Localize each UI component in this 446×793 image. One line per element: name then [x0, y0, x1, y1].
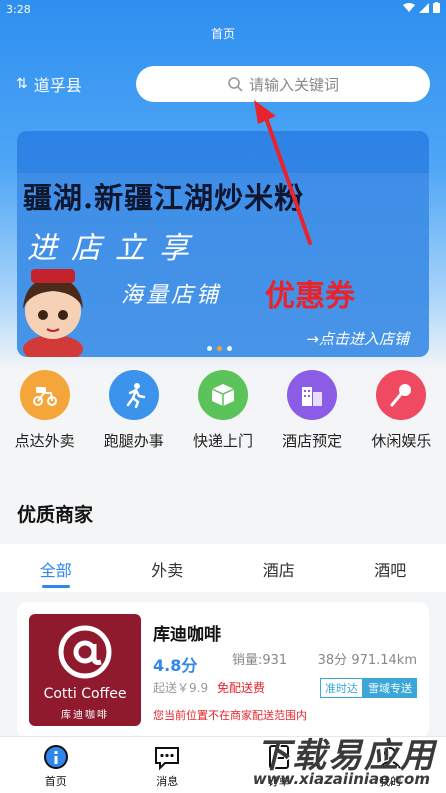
- service-food-delivery[interactable]: 点达外卖: [4, 370, 86, 470]
- merchant-min-order: 起送￥9.9: [153, 681, 209, 695]
- service-grid: 点达外卖 跑腿办事 快递上门 酒店预定 休闲娱乐: [0, 370, 446, 470]
- search-bar[interactable]: 请输入关键词: [136, 66, 430, 102]
- tab-bar[interactable]: 酒吧: [335, 544, 446, 592]
- service-errand[interactable]: 跑腿办事: [93, 370, 175, 470]
- watermark: 下载易应用 www.xiazaiiniao.com: [240, 728, 440, 790]
- service-courier[interactable]: 快递上门: [182, 370, 264, 470]
- carousel-dot-active[interactable]: [217, 346, 222, 351]
- banner-cta: →点击进入店铺: [306, 330, 409, 348]
- wifi-icon: [403, 2, 415, 12]
- status-icons: [403, 2, 440, 13]
- package-box-icon: [197, 370, 248, 420]
- nav-home[interactable]: 首页: [0, 737, 112, 793]
- microphone-icon: [376, 370, 427, 420]
- banner-coupon-text: 优惠券: [265, 279, 355, 314]
- banner-headline: 疆湖.新疆江湖炒米粉: [23, 181, 305, 215]
- nav-label: 首页: [44, 775, 67, 788]
- on-time-badge: 准时达: [320, 678, 363, 698]
- merchant-badges: 准时达 雪域专送: [320, 678, 417, 698]
- nav-label: 消息: [156, 775, 179, 788]
- service-label: 酒店预定: [282, 432, 343, 450]
- service-hotel[interactable]: 酒店预定: [271, 370, 353, 470]
- page-title: 首页: [210, 27, 235, 41]
- mascot-girl-icon: [23, 269, 83, 357]
- battery-icon: [433, 2, 440, 13]
- service-label: 休闲娱乐: [371, 432, 432, 450]
- tab-takeout[interactable]: 外卖: [112, 544, 224, 592]
- at-sign-logo-icon: [58, 625, 112, 679]
- carousel-dot[interactable]: [207, 346, 212, 351]
- carousel-dots[interactable]: [207, 346, 232, 351]
- search-placeholder: 请输入关键词: [248, 75, 339, 94]
- merchant-sales: 销量:931: [232, 653, 288, 668]
- banner-store-text: 海量店铺: [121, 283, 222, 308]
- merchant-rating: 4.8分: [153, 656, 198, 675]
- search-icon: [228, 77, 243, 92]
- tab-all[interactable]: 全部: [0, 544, 112, 592]
- carousel-dot[interactable]: [227, 346, 232, 351]
- section-title: 优质商家: [17, 504, 94, 526]
- nav-messages[interactable]: 消息: [112, 737, 224, 793]
- service-label: 快递上门: [192, 432, 253, 450]
- delivery-scooter-icon: [19, 370, 70, 420]
- promo-banner[interactable]: 疆湖.新疆江湖炒米粉 进店立享 海量店铺 优惠券 →点击进入店铺: [17, 131, 429, 357]
- delivery-range-notice: 您当前位置不在商家配送范围内: [153, 709, 307, 722]
- express-badge: 雪域专送: [363, 678, 417, 698]
- logo-brand-cn-text: 库迪咖啡: [61, 710, 109, 721]
- merchant-tabs: 全部 外卖 酒店 酒吧: [0, 544, 446, 592]
- home-info-icon: [43, 745, 68, 769]
- merchant-logo: Cotti Coffee 库迪咖啡: [29, 614, 141, 726]
- running-person-icon: [108, 370, 159, 420]
- status-time: 3:28: [6, 3, 31, 16]
- watermark-url: www.xiazaiiniao.com: [252, 770, 430, 788]
- location-selector[interactable]: ⇅ 道孚县: [16, 72, 82, 96]
- logo-brand-text: Cotti Coffee: [43, 686, 127, 702]
- service-entertainment[interactable]: 休闲娱乐: [360, 370, 442, 470]
- location-label: 道孚县: [33, 76, 82, 95]
- status-bar: 3:28: [0, 0, 446, 18]
- message-bubble-icon: [155, 747, 180, 771]
- hotel-building-icon: [287, 370, 338, 420]
- merchant-name: 库迪咖啡: [153, 625, 221, 645]
- tab-hotel[interactable]: 酒店: [223, 544, 335, 592]
- service-label: 点达外卖: [14, 432, 75, 450]
- swap-arrows-icon: ⇅: [16, 76, 28, 92]
- merchant-card[interactable]: Cotti Coffee 库迪咖啡 库迪咖啡 4.8分 销量:931 38分 9…: [17, 602, 429, 738]
- signal-icon: [419, 2, 429, 13]
- service-label: 跑腿办事: [103, 432, 164, 450]
- merchant-free-shipping: 免配送费: [217, 681, 266, 695]
- merchant-eta-distance: 38分 971.14km: [317, 653, 417, 668]
